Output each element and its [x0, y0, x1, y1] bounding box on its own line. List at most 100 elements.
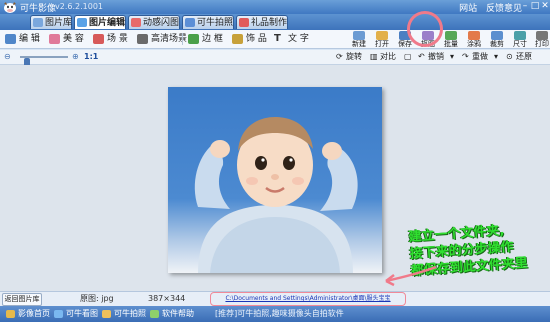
original-format: 原图: jpg — [80, 294, 114, 303]
top-links: 网站 反馈意见 — [453, 1, 522, 14]
resize-icon — [514, 31, 526, 40]
tab-gift[interactable]: 礼品制作 — [236, 15, 288, 29]
tab-image-edit[interactable]: 图片编辑 — [74, 15, 126, 29]
status-bar: 返回图片库 原图: jpg 387×344 C:\Documents and S… — [0, 291, 550, 306]
tool-label: 边 框 — [202, 34, 223, 44]
print-button[interactable]: 打印 — [531, 30, 550, 50]
tool-scene[interactable]: 场 景 — [92, 32, 128, 46]
footer-tip-link[interactable]: [推荐]可牛拍照,趣味摄像头自拍软件 — [215, 308, 344, 320]
image-canvas[interactable]: 建立一个文件夹, 接下来的分步操作 都保存到此文件夹里 — [0, 65, 550, 291]
tool-label: 编 辑 — [19, 34, 40, 44]
website-link[interactable]: 网站 — [459, 4, 477, 14]
tool-label: 场 景 — [107, 34, 128, 44]
app-title: 可牛影像 — [20, 4, 57, 14]
close-button[interactable]: ✕ — [540, 1, 550, 12]
open-button[interactable]: 打开 — [371, 30, 393, 50]
footer-label: 影像首页 — [18, 309, 50, 318]
resize-button[interactable]: 尺寸 — [509, 30, 531, 50]
maximize-button[interactable]: □ — [530, 1, 540, 12]
print-icon — [536, 31, 548, 40]
footer-label: 可牛看图 — [66, 309, 98, 318]
restore-icon: ⊙ — [506, 52, 513, 61]
beauty-icon — [49, 34, 60, 44]
square-icon[interactable]: ▢ — [404, 51, 412, 63]
baby-photo-illustration — [194, 117, 358, 273]
toolbar-divider — [182, 33, 183, 45]
redo-dropdown-icon[interactable]: ▾ — [494, 51, 498, 63]
tab-image-library[interactable]: 图片库 — [30, 15, 72, 29]
undo-icon: ↶ — [418, 52, 425, 61]
zoom-slider[interactable] — [20, 56, 68, 67]
button-label: 裁剪 — [490, 40, 504, 48]
rotate-icon: ⟳ — [336, 52, 343, 61]
minimize-button[interactable]: – — [520, 1, 530, 12]
hd-scene-icon — [137, 34, 148, 44]
scene-icon — [93, 34, 104, 44]
footer-label: 可牛拍照 — [114, 309, 146, 318]
crop-icon — [491, 31, 503, 40]
tab-label: 动感闪图 — [143, 18, 180, 28]
gift-icon — [239, 18, 249, 27]
footer-label: 软件帮助 — [162, 309, 194, 318]
camera-icon — [185, 18, 195, 27]
tool-label: 饰 品 — [246, 34, 267, 44]
footer-help[interactable]: 软件帮助 — [150, 308, 194, 320]
batch-icon — [445, 31, 457, 40]
redo-button[interactable]: 重做 — [472, 51, 488, 63]
image-edit-icon — [77, 18, 87, 27]
tool-accessory[interactable]: 饰 品 — [231, 32, 267, 46]
restore-button[interactable]: 还原 — [516, 51, 532, 63]
crop-button[interactable]: 裁剪 — [486, 30, 508, 50]
app-version: v2.6.2.1001 — [55, 2, 103, 11]
main-tabs: 图片库 图片编辑 动感闪图 可牛拍照 礼品制作 — [0, 14, 550, 30]
doodle-button[interactable]: 涂鸦 — [463, 30, 485, 50]
cow-logo-icon — [4, 2, 16, 13]
text-icon: T — [274, 33, 281, 44]
undo-dropdown-icon[interactable]: ▾ — [450, 51, 454, 63]
zoom-out-icon[interactable]: ⊖ — [4, 51, 11, 63]
file-path-link[interactable]: C:\Documents and Settings\Administrator\… — [210, 292, 406, 306]
new-icon — [353, 31, 365, 40]
tool-hd-scene[interactable]: 高清场景 — [136, 32, 187, 46]
frame-icon — [188, 34, 199, 44]
footer-viewer[interactable]: 可牛看图 — [54, 308, 98, 320]
redo-icon: ↷ — [462, 52, 469, 61]
footer-camera[interactable]: 可牛拍照 — [102, 308, 146, 320]
footer-bar: 影像首页 可牛看图 可牛拍照 软件帮助 [推荐]可牛拍照,趣味摄像头自拍软件 — [0, 306, 550, 322]
button-label: 涂鸦 — [467, 40, 481, 48]
tool-label: 文 字 — [288, 34, 309, 44]
photo-baby[interactable] — [168, 87, 382, 273]
tab-label: 可牛拍照 — [197, 18, 234, 28]
new-button[interactable]: 新建 — [348, 30, 370, 50]
viewer-icon — [54, 310, 63, 318]
image-library-icon — [33, 18, 43, 27]
tool-text[interactable]: T文 字 — [273, 32, 309, 46]
compare-button[interactable]: 对比 — [380, 51, 396, 63]
compare-icon: ▥ — [370, 52, 378, 61]
open-icon — [376, 31, 388, 40]
tool-beauty[interactable]: 美 容 — [48, 32, 84, 46]
actual-size-button[interactable]: 1:1 — [84, 51, 98, 63]
tool-label: 美 容 — [63, 34, 84, 44]
button-label: 打印 — [535, 40, 549, 48]
button-label: 批量 — [444, 40, 458, 48]
tab-flash-image[interactable]: 动感闪图 — [128, 15, 180, 29]
back-to-library-button[interactable]: 返回图片库 — [2, 293, 42, 306]
undo-button[interactable]: 撤销 — [428, 51, 444, 63]
highlight-ring — [407, 11, 443, 47]
tab-label: 图片库 — [45, 18, 73, 28]
file-toolbar: 新建 打开 保存 抠图 批量 涂鸦 裁剪 尺寸 打印 — [338, 11, 550, 50]
footer-home[interactable]: 影像首页 — [6, 308, 50, 320]
tab-camera[interactable]: 可牛拍照 — [182, 15, 234, 29]
rotate-button[interactable]: 旋转 — [346, 51, 362, 63]
doodle-icon — [468, 31, 480, 40]
tool-edit[interactable]: 编 辑 — [4, 32, 40, 46]
zoom-in-icon[interactable]: ⊕ — [72, 51, 79, 63]
tool-frame[interactable]: 边 框 — [187, 32, 223, 46]
view-toolbar: ⊖ ⊕ 1:1 ⟳ 旋转 ▥ 对比 ▢ ↶ 撤销 ▾ ↷ 重做 ▾ ⊙ 还原 — [0, 50, 550, 67]
batch-button[interactable]: 批量 — [440, 30, 462, 50]
flash-image-icon — [131, 18, 141, 27]
home-icon — [6, 310, 15, 318]
feedback-link[interactable]: 反馈意见 — [486, 4, 522, 14]
title-bar: 可牛影像 v2.6.2.1001 网站 反馈意见 – □ ✕ — [0, 0, 550, 14]
